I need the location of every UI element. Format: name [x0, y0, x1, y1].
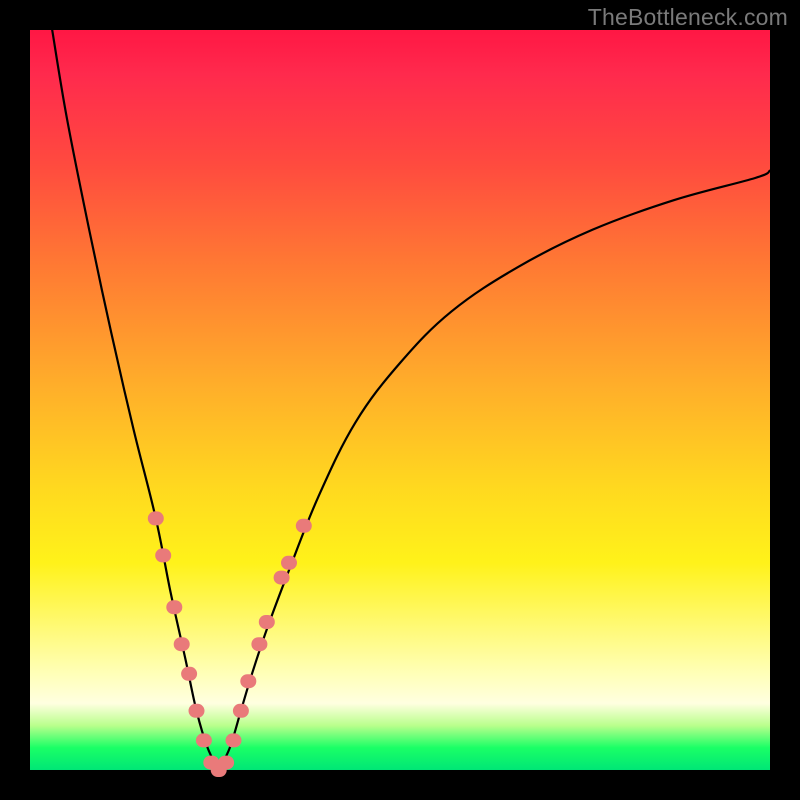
- data-marker: [274, 571, 290, 585]
- curve-left-branch: [52, 30, 219, 770]
- data-marker: [218, 756, 234, 770]
- data-marker: [196, 733, 212, 747]
- chart-plot-area: [30, 30, 770, 770]
- data-marker: [296, 519, 312, 533]
- data-marker: [259, 615, 275, 629]
- chart-frame: TheBottleneck.com: [0, 0, 800, 800]
- curve-svg: [30, 30, 770, 770]
- data-marker: [148, 511, 164, 525]
- data-marker: [181, 667, 197, 681]
- data-marker: [233, 704, 249, 718]
- curve-right-branch: [219, 171, 770, 770]
- curve-markers: [148, 511, 312, 777]
- data-marker: [251, 637, 267, 651]
- watermark-text: TheBottleneck.com: [588, 4, 788, 31]
- data-marker: [281, 556, 297, 570]
- data-marker: [155, 548, 171, 562]
- data-marker: [166, 600, 182, 614]
- data-marker: [240, 674, 256, 688]
- data-marker: [174, 637, 190, 651]
- data-marker: [189, 704, 205, 718]
- data-marker: [226, 733, 242, 747]
